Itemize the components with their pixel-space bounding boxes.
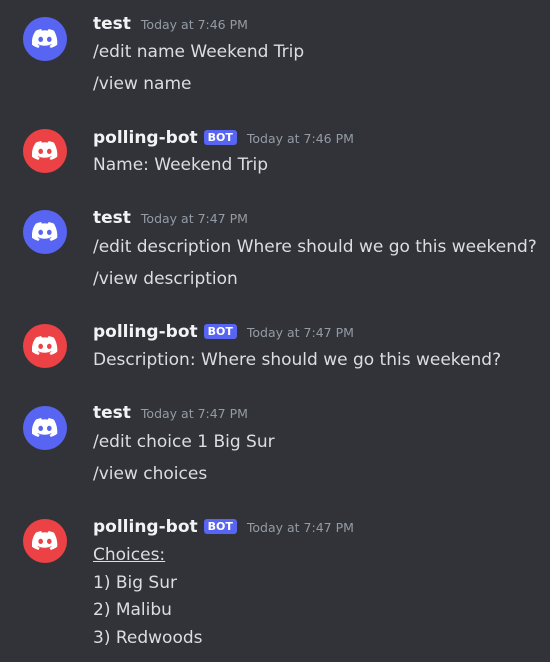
timestamp: Today at 7:46 PM (140, 17, 248, 32)
timestamp: Today at 7:47 PM (246, 520, 354, 535)
choices-heading: Choices: (93, 545, 166, 565)
username[interactable]: polling-bot (93, 128, 198, 148)
choice-item: 2) Malibu (93, 600, 172, 620)
discord-logo-icon (32, 141, 58, 160)
bot-tag: BOT (203, 519, 237, 534)
discord-logo-icon (32, 222, 58, 241)
discord-logo-icon (32, 531, 58, 550)
avatar[interactable] (23, 210, 67, 254)
message-text: /edit name Weekend Trip (93, 42, 305, 62)
message-text: Description: Where should we go this wee… (93, 350, 502, 370)
avatar[interactable] (23, 17, 67, 61)
bot-tag: BOT (203, 324, 237, 339)
avatar[interactable] (23, 519, 67, 563)
discord-logo-icon (32, 418, 58, 437)
timestamp: Today at 7:47 PM (140, 211, 248, 226)
timestamp: Today at 7:47 PM (140, 406, 248, 421)
message-header: polling-bot BOT Today at 7:47 PM (93, 322, 354, 342)
choice-item: 3) Redwoods (93, 628, 203, 648)
message-header: test Today at 7:46 PM (93, 14, 248, 34)
message-header: test Today at 7:47 PM (93, 403, 248, 423)
username[interactable]: test (93, 14, 131, 34)
message-header: polling-bot BOT Today at 7:47 PM (93, 517, 354, 537)
bot-tag: BOT (203, 130, 237, 145)
discord-logo-icon (32, 336, 58, 355)
avatar[interactable] (23, 406, 67, 450)
chat-messages: test Today at 7:46 PM /edit name Weekend… (0, 0, 550, 662)
username[interactable]: test (93, 403, 131, 423)
avatar[interactable] (23, 129, 67, 173)
message-header: polling-bot BOT Today at 7:46 PM (93, 128, 354, 148)
username[interactable]: polling-bot (93, 322, 198, 342)
message-header: test Today at 7:47 PM (93, 208, 248, 228)
message-text: Name: Weekend Trip (93, 155, 269, 175)
message-text: /view name (93, 74, 192, 94)
message-text: /edit choice 1 Big Sur (93, 432, 275, 452)
choice-item: 1) Big Sur (93, 573, 177, 593)
username[interactable]: test (93, 208, 131, 228)
message-text: /view description (93, 269, 238, 289)
timestamp: Today at 7:47 PM (246, 325, 354, 340)
message-text: /edit description Where should we go thi… (93, 237, 537, 257)
discord-logo-icon (32, 29, 58, 48)
username[interactable]: polling-bot (93, 517, 198, 537)
timestamp: Today at 7:46 PM (246, 131, 354, 146)
avatar[interactable] (23, 324, 67, 368)
message-text: /view choices (93, 464, 208, 484)
